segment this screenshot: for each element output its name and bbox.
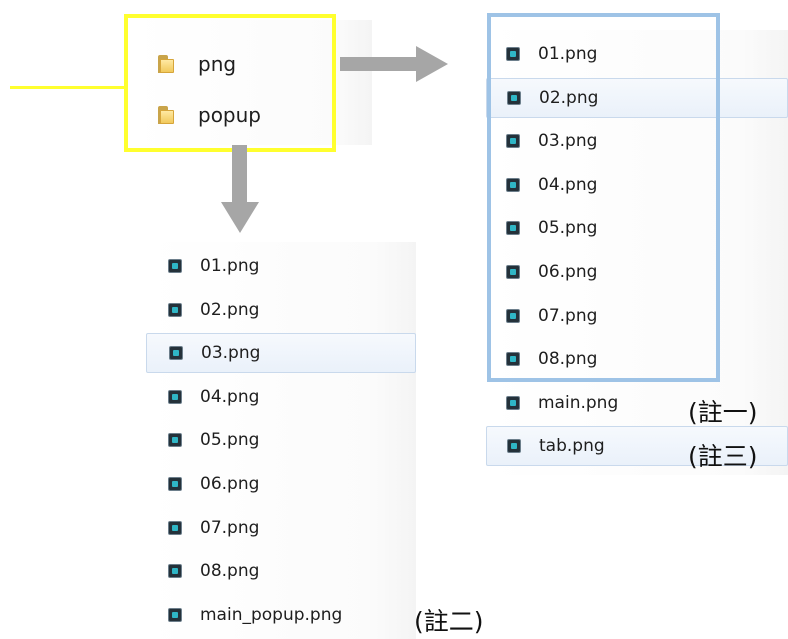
arrow-right: [340, 46, 448, 82]
flow-arrows: [221, 46, 448, 233]
arrow-down: [221, 145, 259, 233]
